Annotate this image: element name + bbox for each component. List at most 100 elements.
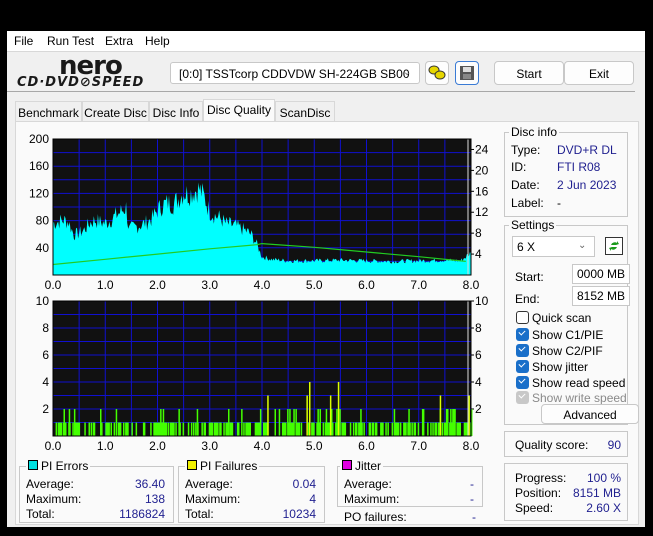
pi-failure-bar (300, 422, 303, 436)
position-value: 8151 MB (572, 486, 621, 500)
start-button[interactable]: Start (494, 61, 564, 85)
discs-icon (428, 65, 446, 80)
jitter-title-text: Jitter (355, 459, 382, 473)
progress-label: Progress: (515, 471, 567, 485)
pi-errors-maximum-label: Maximum: (26, 492, 82, 506)
pi-failures-title-text: PI Failures (200, 459, 258, 473)
pi-failure-bar (391, 422, 394, 436)
disc-type-label: Type: (511, 143, 541, 157)
pi-failure-bar (243, 422, 245, 436)
show-jitter-checkbox[interactable] (516, 360, 529, 373)
pi-failure-bar (84, 422, 86, 436)
chevron-down-icon: ⌄ (403, 67, 412, 78)
pi-failures-average-label: Average: (185, 477, 233, 491)
pi-failure-bar (217, 422, 219, 436)
pi-failure-bar (223, 422, 225, 436)
pi-failure-bar (387, 422, 389, 436)
pi-failure-peak-bar (63, 409, 65, 436)
exit-button[interactable]: Exit (564, 61, 634, 85)
x-tick-label: 0.0 (45, 278, 62, 292)
jitter-average-label: Average: (344, 477, 392, 491)
y-tick-label: 10 (36, 294, 50, 308)
disc-info-group: Disc info Type: DVD+R DL ID: FTI R08 Dat… (504, 125, 628, 217)
show-c2-pif-label: Show C2/PIF (532, 344, 603, 358)
tab-create-disc[interactable]: Create Disc (82, 101, 149, 121)
show-write-speed-label: Show write speed (532, 391, 627, 405)
pi-failure-bar (459, 422, 461, 436)
pi-failure-bar (201, 422, 203, 436)
pi-failure-bar (454, 409, 456, 436)
pi-failure-bar (93, 422, 96, 436)
y2-tick-label: 6 (475, 348, 482, 362)
settings-group: Settings 6 X ⌄ Start: 0000 MB End: 8152 … (504, 218, 639, 425)
x-tick-label: 5.0 (306, 439, 323, 453)
settings-title: Settings (509, 218, 557, 232)
floppy-disk-icon (460, 66, 474, 80)
tab-disc-info[interactable]: Disc Info (149, 101, 203, 121)
quick-scan-checkbox[interactable] (516, 311, 529, 324)
tab-scandisc[interactable]: ScanDisc (275, 101, 335, 121)
pi-failure-bar (344, 422, 347, 436)
pi-failure-bar (78, 422, 81, 436)
menu-bar: File Run Test Extra Help (7, 31, 645, 51)
start-position-input[interactable]: 0000 MB (572, 264, 630, 284)
pi-failure-bar (361, 422, 363, 436)
disc-type-value: DVD+R DL (557, 143, 617, 157)
pi-failure-bar (249, 422, 251, 436)
save-button[interactable] (455, 61, 479, 85)
pi-failure-peak-bar (115, 409, 118, 436)
pi-failure-bar (375, 422, 378, 436)
pi-errors-title-text: PI Errors (41, 459, 89, 473)
drive-select[interactable]: [0:0] TSSTcorp CDDVDW SH-224GB SB00 ⌄ (170, 62, 420, 84)
y2-tick-label: 20 (475, 163, 489, 177)
pi-failure-bar (175, 422, 177, 436)
pi-failures-legend-swatch (187, 460, 197, 470)
menu-run-test[interactable]: Run Test (47, 34, 94, 48)
x-tick-label: 5.0 (306, 278, 323, 292)
menu-file[interactable]: File (14, 34, 33, 48)
y-tick-label: 40 (36, 241, 50, 255)
tab-benchmark[interactable]: Benchmark (15, 101, 82, 121)
y2-tick-label: 8 (475, 321, 482, 335)
jitter-maximum-value: - (470, 492, 474, 506)
pi-failure-bar (220, 422, 222, 436)
drive-info-button[interactable] (425, 61, 449, 85)
pi-failure-bar (110, 422, 112, 436)
pi-failure-bar (278, 409, 281, 436)
show-c1-pie-checkbox[interactable] (516, 328, 529, 341)
y2-tick-label: 4 (475, 375, 482, 389)
speed-value: 2.60 X (586, 501, 621, 515)
show-read-speed-label: Show read speed (532, 376, 626, 390)
tab-disc-quality[interactable]: Disc Quality (203, 99, 275, 122)
pi-failure-bar (165, 422, 168, 436)
end-label: End: (515, 292, 540, 306)
pi-failure-bar (143, 422, 146, 436)
show-read-speed-checkbox[interactable] (516, 376, 529, 389)
pi-failure-bar (339, 409, 341, 436)
pi-failure-peak-bar (267, 395, 269, 436)
show-c2-pif-checkbox[interactable] (516, 344, 529, 357)
pi-errors-total-label: Total: (26, 507, 55, 521)
menu-extra[interactable]: Extra (105, 34, 133, 48)
pi-failure-bar (332, 422, 334, 436)
pi-failure-bar (397, 422, 400, 436)
jitter-maximum-label: Maximum: (344, 492, 400, 506)
menu-help[interactable]: Help (145, 34, 170, 48)
end-position-input[interactable]: 8152 MB (572, 286, 630, 306)
drive-select-value: [0:0] TSSTcorp CDDVDW SH-224GB SB00 (179, 67, 410, 81)
pi-failure-bar (432, 422, 434, 436)
x-tick-label: 7.0 (410, 278, 427, 292)
pi-failure-bar (127, 422, 129, 436)
speed-select-value: 6 X (517, 240, 536, 254)
x-tick-label: 6.0 (358, 439, 375, 453)
y2-tick-label: 24 (475, 142, 489, 156)
pi-failure-peak-bar (178, 409, 180, 436)
refresh-speed-button[interactable] (605, 237, 623, 255)
x-tick-label: 1.0 (97, 439, 114, 453)
speed-select[interactable]: 6 X ⌄ (512, 236, 595, 257)
pi-failure-bar (274, 409, 276, 436)
pi-failure-bar (182, 422, 185, 436)
pi-failure-bar (411, 422, 413, 436)
refresh-icon (609, 241, 619, 251)
advanced-button[interactable]: Advanced (541, 404, 639, 424)
